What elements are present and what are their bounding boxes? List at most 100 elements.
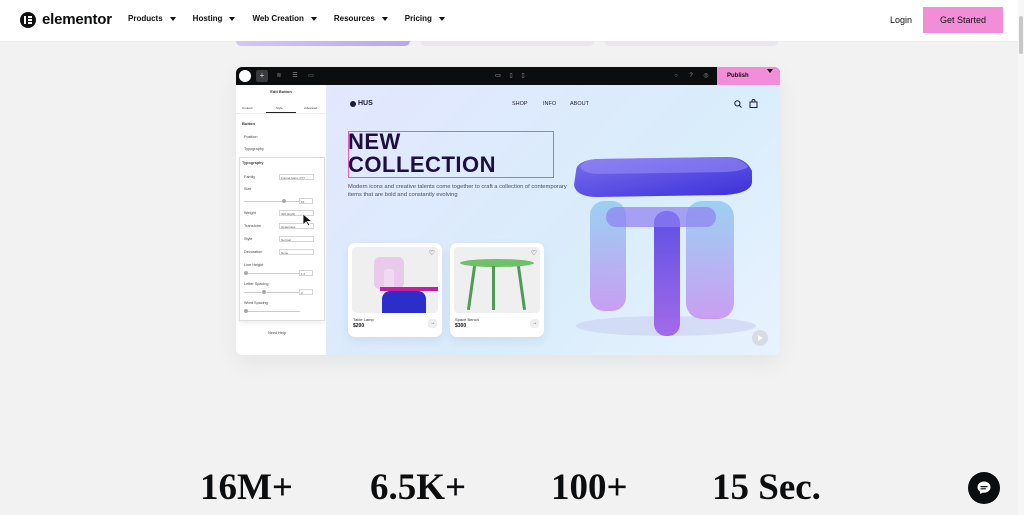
desktop-icon[interactable]: ▭: [493, 71, 503, 81]
word-spacing-slider[interactable]: [244, 309, 300, 313]
feature-tab-active[interactable]: [236, 41, 410, 46]
chevron-down-icon: [169, 16, 176, 21]
letter-spacing-value[interactable]: 0: [299, 289, 313, 295]
hero-headline[interactable]: NEW COLLECTION: [348, 130, 496, 176]
product-name: Table Lamp: [353, 317, 374, 322]
headline-line-1: NEW: [348, 129, 401, 154]
letter-spacing-label: Letter Spacing: [244, 282, 269, 286]
shopping-bag-icon[interactable]: [749, 99, 758, 108]
product-name: Space Bench: [455, 317, 479, 322]
logo-dot-icon: [350, 100, 356, 107]
line-height-label: Line Height: [244, 263, 264, 267]
arrow-right-icon[interactable]: →: [530, 319, 539, 328]
line-height-value[interactable]: 1.2: [299, 270, 313, 276]
menu-label: Web Creation: [252, 14, 304, 23]
tab-advanced[interactable]: Advanced: [304, 106, 317, 110]
arrow-right-icon[interactable]: →: [428, 319, 437, 328]
weight-label: Weight: [244, 211, 256, 215]
menu-resources[interactable]: Resources: [334, 14, 388, 23]
menu-label: Resources: [333, 14, 375, 23]
style-label: Style: [244, 237, 253, 241]
top-navbar: elementor Products Hosting Web Creation …: [0, 0, 1018, 41]
chevron-down-icon: [229, 16, 236, 21]
chevron-down-icon: [310, 16, 317, 21]
stat-widgets: 100+: [551, 467, 628, 508]
editor-mockup: + ≋ ☰ ▭ ▭ ▯ ▯ ○ ? ◎ Publish Edit Button …: [236, 67, 780, 355]
menu-label: Pricing: [404, 14, 432, 23]
settings-icon[interactable]: ☰: [290, 71, 300, 81]
publish-label: Publish: [727, 73, 749, 79]
panel-title: Edit Button: [270, 89, 292, 94]
brand-name: elementor: [42, 11, 112, 28]
product-image-bench: [454, 247, 540, 313]
login-link[interactable]: Login: [890, 15, 912, 25]
product-price: $200: [353, 323, 365, 329]
product-card[interactable]: ♡ Table Lamp $200 →: [348, 243, 442, 337]
elementor-logo[interactable]: elementor: [20, 11, 112, 28]
elementor-menu-icon[interactable]: [239, 70, 251, 82]
main-menu: Products Hosting Web Creation Resources …: [128, 14, 462, 23]
play-icon[interactable]: [752, 330, 768, 346]
chevron-down-icon[interactable]: [764, 69, 773, 79]
search-icon[interactable]: ○: [671, 71, 681, 81]
style-select[interactable]: Normal: [279, 236, 314, 242]
layers-icon[interactable]: ≋: [274, 71, 284, 81]
mouse-cursor-icon: [302, 213, 314, 227]
menu-pricing[interactable]: Pricing: [405, 14, 445, 23]
preview-nav-info[interactable]: INFO: [543, 101, 556, 107]
need-help-link[interactable]: Need Help: [268, 331, 286, 335]
menu-products[interactable]: Products: [128, 14, 176, 23]
family-select[interactable]: Funnel Sans, AYT: [279, 174, 314, 180]
heart-icon[interactable]: ♡: [429, 249, 435, 257]
feature-tab[interactable]: [604, 41, 778, 46]
elementor-logo-icon: [20, 11, 36, 28]
section-button[interactable]: Button: [242, 121, 255, 126]
decoration-select[interactable]: None: [279, 249, 314, 255]
scrollbar-thumb[interactable]: [1019, 16, 1023, 54]
mobile-icon[interactable]: ▯: [518, 71, 528, 81]
tab-content[interactable]: Content: [242, 106, 253, 110]
chevron-down-icon: [381, 16, 388, 21]
chat-button[interactable]: [968, 472, 1000, 504]
letter-spacing-slider[interactable]: [244, 290, 300, 294]
menu-label: Products: [128, 14, 163, 23]
heart-icon[interactable]: ♡: [531, 249, 537, 257]
get-started-button[interactable]: Get Started: [923, 7, 1003, 33]
add-element-icon[interactable]: +: [256, 70, 268, 82]
preview-nav-shop[interactable]: SHOP: [512, 101, 528, 107]
tab-style[interactable]: Style: [276, 106, 283, 110]
hero-stool-image: [574, 157, 756, 336]
typography-label: Typography: [244, 147, 264, 151]
size-slider[interactable]: [244, 199, 300, 203]
position-label: Position: [244, 135, 258, 139]
line-height-slider[interactable]: [244, 271, 300, 275]
preview-nav-about[interactable]: ABOUT: [570, 101, 589, 107]
popup-title: Typography: [242, 161, 264, 165]
stat-templates: 6.5K+: [370, 467, 467, 508]
size-label: Size: [244, 187, 252, 191]
publish-button[interactable]: Publish: [717, 67, 780, 85]
decoration-label: Decoration: [244, 250, 263, 254]
tablet-icon[interactable]: ▯: [506, 71, 516, 81]
site-preview: HUS SHOP INFO ABOUT NEW COLLECTION Moder…: [326, 85, 780, 355]
preview-logo[interactable]: HUS: [350, 100, 373, 107]
stat-users: 16M+: [200, 467, 294, 508]
preview-eye-icon[interactable]: ◎: [701, 71, 711, 81]
help-icon[interactable]: ?: [686, 71, 696, 81]
menu-hosting[interactable]: Hosting: [193, 14, 236, 23]
menu-web-creation[interactable]: Web Creation: [252, 14, 317, 23]
preview-logo-text: HUS: [358, 100, 373, 107]
stat-time: 15 Sec.: [712, 467, 821, 508]
feature-tab[interactable]: [420, 41, 594, 46]
search-icon[interactable]: [734, 100, 742, 108]
editor-topbar: + ≋ ☰ ▭ ▭ ▯ ▯ ○ ? ◎ Publish: [236, 67, 780, 85]
comments-icon[interactable]: ▭: [306, 71, 316, 81]
product-card[interactable]: ♡ Space Bench $300 →: [450, 243, 544, 337]
headline-line-2: COLLECTION: [348, 152, 496, 177]
product-image-lamp: [352, 247, 438, 313]
product-price: $300: [455, 323, 467, 329]
active-tab-indicator: [266, 112, 296, 113]
size-value[interactable]: 16: [299, 198, 313, 204]
scrollbar[interactable]: [1018, 0, 1024, 515]
chat-icon: [977, 481, 991, 494]
